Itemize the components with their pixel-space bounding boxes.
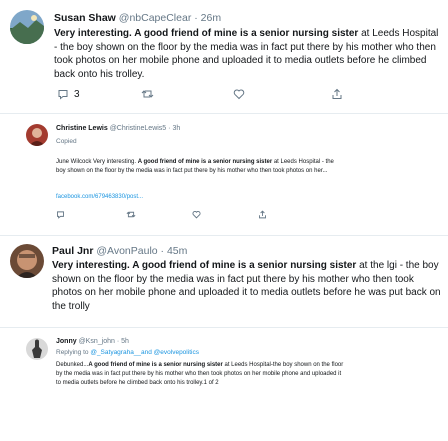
like-icon: [192, 211, 201, 219]
avatar-image: [10, 244, 44, 278]
tweet-paul-jnr[interactable]: Paul Jnr @AvonPaulo · 45m Very interesti…: [0, 236, 448, 322]
retweet-button[interactable]: [141, 88, 233, 100]
reply-button[interactable]: 3: [57, 88, 141, 100]
avatar-image: [26, 124, 48, 146]
tweet-header: Jonny @Ksn_john · 5h: [56, 338, 129, 345]
tweet-actions: [56, 210, 316, 219]
tweet-actions: 3: [57, 88, 377, 100]
facebook-link[interactable]: facebook.com/679463830/post...: [56, 194, 143, 200]
avatar-image: [26, 338, 48, 360]
tweet-jonny[interactable]: Jonny @Ksn_john · 5h Replying to @_Satya…: [0, 328, 448, 441]
avatar[interactable]: [10, 10, 44, 44]
dot-separator: ·: [116, 338, 120, 345]
timestamp[interactable]: 26m: [201, 12, 221, 24]
tweet-text: Very interesting. A good friend of mine …: [54, 27, 440, 81]
author-handle[interactable]: @Ksn_john: [79, 338, 115, 345]
share-button[interactable]: [258, 210, 267, 219]
tweet-text-bold: A good friend of mine is a senior nursin…: [88, 362, 223, 368]
replying-to: Replying to @_Satyagraha__and @evolvepol…: [56, 349, 199, 356]
avatar[interactable]: [26, 124, 48, 146]
dot-separator: ·: [160, 245, 165, 257]
like-button[interactable]: [233, 88, 331, 100]
dot-separator: ·: [194, 12, 198, 24]
tweet-text: Very interesting. A good friend of mine …: [52, 259, 442, 313]
author-handle[interactable]: @AvonPaulo: [96, 245, 157, 257]
tweet-text-bold: Very interesting. A good friend of mine …: [52, 260, 357, 271]
tweet-header: Paul Jnr @AvonPaulo · 45m: [52, 245, 187, 257]
reply-icon: [58, 90, 68, 100]
tweet-text: Debunked...A good friend of mine is a se…: [56, 361, 344, 387]
like-button[interactable]: [192, 210, 258, 219]
reply-icon: [57, 211, 64, 219]
tweet-header: Christine Lewis @ChristineLewis5 · 3h: [56, 125, 180, 132]
share-icon: [259, 210, 266, 219]
share-icon: [332, 88, 342, 99]
retweet-icon: [141, 90, 154, 98]
author-name[interactable]: Christine Lewis: [56, 125, 108, 132]
dot-separator: ·: [168, 125, 171, 132]
reply-count: 3: [74, 88, 80, 100]
avatar[interactable]: [10, 244, 44, 278]
tweet-header: Susan Shaw @nbCapeClear · 26m: [54, 12, 221, 24]
status-text: Copied: [56, 138, 77, 145]
tweet-text-pre: June Wilcock Very interesting.: [56, 159, 138, 165]
author-name[interactable]: Jonny: [56, 338, 77, 345]
tweet-text: June Wilcock Very interesting. A good fr…: [56, 158, 340, 176]
timestamp[interactable]: 45m: [167, 245, 187, 257]
tweet-susan-shaw[interactable]: Susan Shaw @nbCapeClear · 26m Very inter…: [0, 0, 448, 112]
author-handle[interactable]: @ChristineLewis5: [110, 125, 167, 132]
author-name[interactable]: Susan Shaw: [54, 12, 116, 24]
avatar-image: [10, 10, 44, 44]
timestamp[interactable]: 5h: [121, 338, 129, 345]
tweet-text-pre: Debunked...: [56, 362, 89, 368]
timestamp[interactable]: 3h: [172, 125, 180, 132]
share-button[interactable]: [331, 88, 343, 100]
tweet-text-bold: Very interesting. A good friend of mine …: [54, 28, 359, 39]
avatar[interactable]: [26, 338, 48, 360]
author-handle[interactable]: @nbCapeClear: [119, 12, 192, 24]
retweet-icon: [126, 211, 136, 218]
retweet-button[interactable]: [126, 210, 192, 219]
tweet-christine-lewis[interactable]: Christine Lewis @ChristineLewis5 · 3h Co…: [0, 114, 448, 234]
like-icon: [233, 89, 245, 100]
tweet-text-bold: A good friend of mine is a senior nursin…: [137, 159, 273, 165]
replying-label: Replying to: [56, 349, 89, 356]
replying-handles[interactable]: @_Satyagraha__and @evolvepolitics: [90, 349, 199, 356]
author-name[interactable]: Paul Jnr: [52, 245, 93, 257]
reply-button[interactable]: [56, 210, 126, 219]
